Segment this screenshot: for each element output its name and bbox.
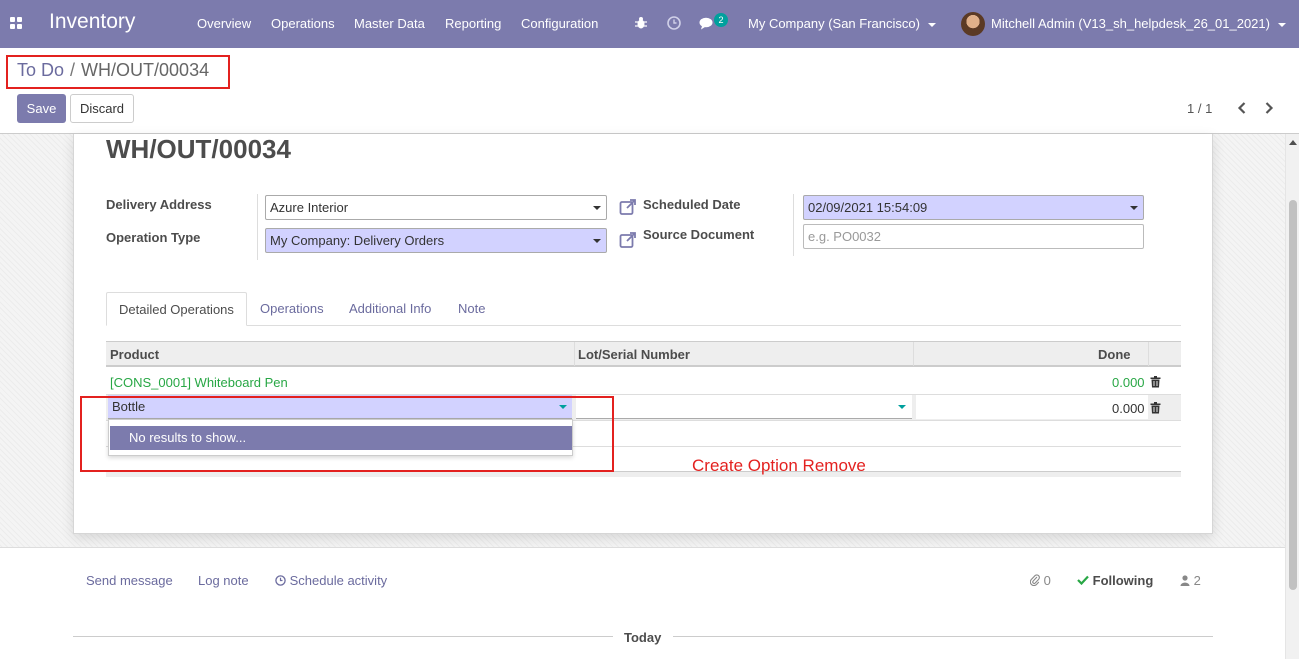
product-cell[interactable]: [CONS_0001] Whiteboard Pen <box>110 375 288 390</box>
attachments-count: 0 <box>1043 573 1051 588</box>
delivery-address-value: Azure Interior <box>270 200 349 215</box>
today-separator: Today <box>624 630 662 645</box>
annotation-text: Create Option Remove <box>692 456 866 475</box>
delivery-address-field[interactable]: Azure Interior <box>265 195 607 220</box>
tab-note[interactable]: Note <box>458 292 485 326</box>
column-divider <box>913 342 914 366</box>
operation-type-field[interactable]: My Company: Delivery Orders <box>265 228 607 253</box>
done-cell[interactable]: 0.000 <box>1112 375 1145 390</box>
tab-detailed-operations[interactable]: Detailed Operations <box>106 292 247 326</box>
schedule-activity-label: Schedule activity <box>289 573 388 588</box>
chevron-down-icon <box>927 22 936 27</box>
company-switcher[interactable]: My Company (San Francisco) <box>748 16 936 31</box>
highlight-box-product <box>80 396 614 472</box>
menu-configuration[interactable]: Configuration <box>521 16 598 31</box>
scheduled-date-label: Scheduled Date <box>643 197 741 212</box>
bug-icon[interactable] <box>634 16 648 30</box>
trash-icon[interactable] <box>1150 402 1161 414</box>
company-name: My Company (San Francisco) <box>748 16 920 31</box>
divider-line <box>673 636 1213 637</box>
field-divider <box>793 194 794 256</box>
top-navbar: Inventory Overview Operations Master Dat… <box>0 0 1299 48</box>
scrollbar[interactable] <box>1285 134 1299 659</box>
avatar[interactable] <box>961 12 985 36</box>
delivery-address-label: Delivery Address <box>106 197 212 212</box>
save-button[interactable]: Save <box>17 94 66 123</box>
field-divider <box>257 194 258 260</box>
external-link-icon[interactable] <box>619 231 637 249</box>
menu-operations[interactable]: Operations <box>271 16 335 31</box>
column-divider <box>1148 342 1149 366</box>
source-document-field[interactable]: e.g. PO0032 <box>803 224 1144 249</box>
column-lot-serial[interactable]: Lot/Serial Number <box>578 347 690 362</box>
following-button[interactable]: Following <box>1077 573 1153 588</box>
tab-operations[interactable]: Operations <box>260 292 324 326</box>
operation-type-label: Operation Type <box>106 230 201 245</box>
external-link-icon[interactable] <box>619 198 637 216</box>
record-title: WH/OUT/00034 <box>106 134 291 164</box>
lot-serial-input[interactable] <box>576 395 912 419</box>
user-menu[interactable]: Mitchell Admin (V13_sh_helpdesk_26_01_20… <box>991 16 1286 31</box>
send-message-button[interactable]: Send message <box>86 573 173 588</box>
scheduled-date-value: 02/09/2021 15:54:09 <box>808 200 928 215</box>
followers-count: 2 <box>1193 573 1201 588</box>
clock-icon[interactable] <box>667 16 681 30</box>
paperclip-icon <box>1029 574 1040 587</box>
source-document-label: Source Document <box>643 227 755 242</box>
scheduled-date-field[interactable]: 02/09/2021 15:54:09 <box>803 195 1144 220</box>
chevron-down-icon <box>593 239 601 243</box>
chevron-left-icon[interactable] <box>1237 101 1247 115</box>
chatter: Send message Log note Schedule activity … <box>0 547 1285 659</box>
apps-menu-icon[interactable] <box>10 17 24 31</box>
chevron-down-icon <box>1130 206 1138 210</box>
highlight-box-breadcrumb <box>6 55 230 89</box>
divider-line <box>73 636 613 637</box>
table-header: Product Lot/Serial Number Done <box>106 341 1181 367</box>
column-done[interactable]: Done <box>1098 347 1131 362</box>
form-sheet: WH/OUT/00034 Delivery Address Operation … <box>73 134 1213 534</box>
messages-icon[interactable] <box>699 17 715 30</box>
done-input-value: 0.000 <box>1112 401 1145 416</box>
app-title: Inventory <box>49 10 136 33</box>
discard-button[interactable]: Discard <box>70 94 134 123</box>
done-input[interactable]: 0.000 <box>916 395 1148 419</box>
log-note-button[interactable]: Log note <box>198 573 249 588</box>
check-icon <box>1077 575 1089 586</box>
scrollbar-thumb[interactable] <box>1289 200 1297 590</box>
user-name: Mitchell Admin (V13_sh_helpdesk_26_01_20… <box>991 16 1270 31</box>
user-icon <box>1180 575 1190 586</box>
chevron-down-icon <box>593 206 601 210</box>
menu-master-data[interactable]: Master Data <box>354 16 425 31</box>
operation-type-value: My Company: Delivery Orders <box>270 233 445 248</box>
tab-additional-info[interactable]: Additional Info <box>349 292 431 326</box>
clock-icon <box>275 575 286 586</box>
chevron-down-icon <box>898 405 906 409</box>
chevron-right-icon[interactable] <box>1264 101 1274 115</box>
scroll-up-icon[interactable] <box>1289 140 1297 145</box>
column-product[interactable]: Product <box>110 347 159 362</box>
trash-icon[interactable] <box>1150 376 1161 388</box>
following-label: Following <box>1092 573 1154 588</box>
messages-count-badge: 2 <box>714 13 728 27</box>
column-divider <box>574 342 575 366</box>
schedule-activity-button[interactable]: Schedule activity <box>275 573 387 588</box>
pager-value[interactable]: 1 / 1 <box>1187 101 1212 116</box>
table-row[interactable]: [CONS_0001] Whiteboard Pen 0.000 <box>106 369 1181 395</box>
chevron-down-icon <box>1277 22 1286 27</box>
notebook-tabs: Detailed Operations Operations Additiona… <box>106 292 1181 326</box>
followers-button[interactable]: 2 <box>1180 573 1201 588</box>
menu-reporting[interactable]: Reporting <box>445 16 501 31</box>
menu-overview[interactable]: Overview <box>197 16 251 31</box>
attachments-button[interactable]: 0 <box>1029 573 1051 588</box>
